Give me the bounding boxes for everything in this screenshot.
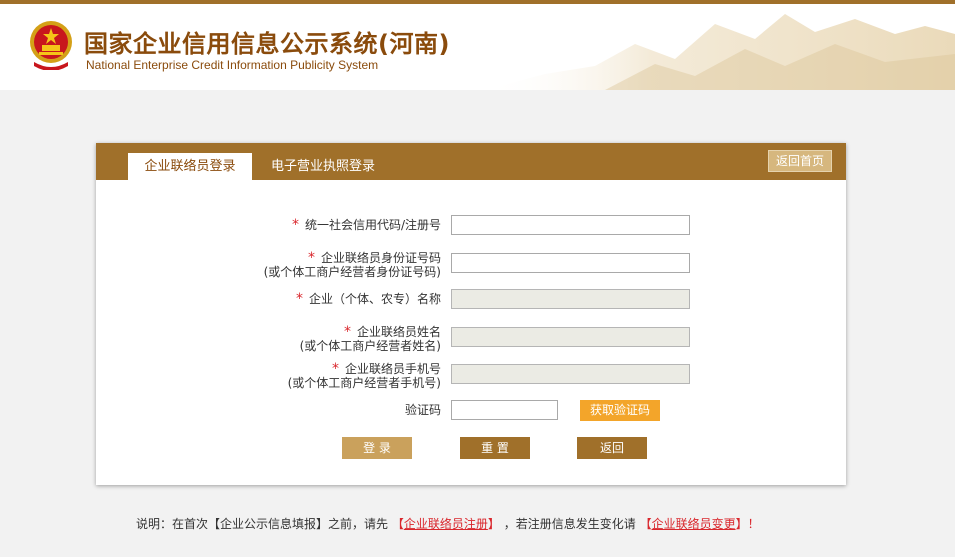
note-bracket-close-2: 】！ bbox=[735, 517, 760, 531]
required-mark: * bbox=[307, 250, 315, 266]
tab-bar: 企业联络员登录 电子营业执照登录 返回首页 bbox=[96, 143, 846, 180]
site-header: 国家企业信用信息公示系统(河南) National Enterprise Cre… bbox=[0, 4, 955, 90]
back-button[interactable]: 返回 bbox=[577, 437, 647, 459]
site-title: 国家企业信用信息公示系统(河南) bbox=[84, 30, 450, 58]
change-liaison-link[interactable]: 企业联络员变更 bbox=[652, 517, 736, 531]
note-bracket-open-1: 【 bbox=[391, 517, 404, 531]
liaison-phone-input bbox=[451, 364, 690, 384]
liaison-name-input bbox=[451, 327, 690, 347]
id-number-sublabel: (或个体工商户经营者身份证号码) bbox=[263, 265, 441, 279]
liaison-name-label: * 企业联络员姓名 (或个体工商户经营者姓名) bbox=[299, 324, 441, 353]
required-mark: * bbox=[331, 361, 339, 377]
login-panel: 企业联络员登录 电子营业执照登录 返回首页 * 统一社会信用代码/注册号 * 企业联… bbox=[96, 143, 846, 485]
credit-code-input[interactable] bbox=[451, 215, 690, 235]
tab-e-license-login[interactable]: 电子营业执照登录 bbox=[271, 153, 375, 180]
enterprise-name-label: * 企业（个体、农专）名称 bbox=[295, 291, 441, 307]
national-emblem-icon bbox=[30, 21, 72, 70]
id-number-input[interactable] bbox=[451, 253, 690, 273]
liaison-phone-sublabel: (或个体工商户经营者手机号) bbox=[287, 376, 441, 390]
required-mark: * bbox=[291, 217, 299, 233]
captcha-input[interactable] bbox=[451, 400, 558, 420]
tab-liaison-login[interactable]: 企业联络员登录 bbox=[128, 153, 252, 180]
get-code-button[interactable]: 获取验证码 bbox=[580, 400, 660, 421]
enterprise-name-input bbox=[451, 289, 690, 309]
credit-code-label: * 统一社会信用代码/注册号 bbox=[291, 217, 441, 233]
liaison-phone-label: * 企业联络员手机号 (或个体工商户经营者手机号) bbox=[287, 361, 441, 390]
mountain-decoration-icon bbox=[485, 14, 955, 90]
note-bracket-close-1: 】 bbox=[487, 517, 500, 531]
note-middle: ，若注册信息发生变化请 bbox=[503, 517, 636, 531]
note-prefix: 说明：在首次【企业公示信息填报】之前，请先 bbox=[136, 517, 389, 531]
required-mark: * bbox=[295, 291, 303, 307]
home-button[interactable]: 返回首页 bbox=[767, 150, 832, 172]
note-bracket-open-2: 【 bbox=[639, 517, 652, 531]
login-button[interactable]: 登 录 bbox=[342, 437, 412, 459]
id-number-label: * 企业联络员身份证号码 (或个体工商户经营者身份证号码) bbox=[263, 250, 441, 279]
required-mark: * bbox=[343, 324, 351, 340]
register-liaison-link[interactable]: 企业联络员注册 bbox=[404, 517, 488, 531]
reset-button[interactable]: 重 置 bbox=[460, 437, 530, 459]
instruction-note: 说明：在首次【企业公示信息填报】之前，请先 【企业联络员注册】 ，若注册信息发生… bbox=[136, 515, 760, 532]
captcha-label: 验证码 bbox=[404, 403, 441, 417]
site-subtitle: National Enterprise Credit Information P… bbox=[86, 58, 379, 72]
liaison-name-sublabel: (或个体工商户经营者姓名) bbox=[299, 339, 441, 353]
